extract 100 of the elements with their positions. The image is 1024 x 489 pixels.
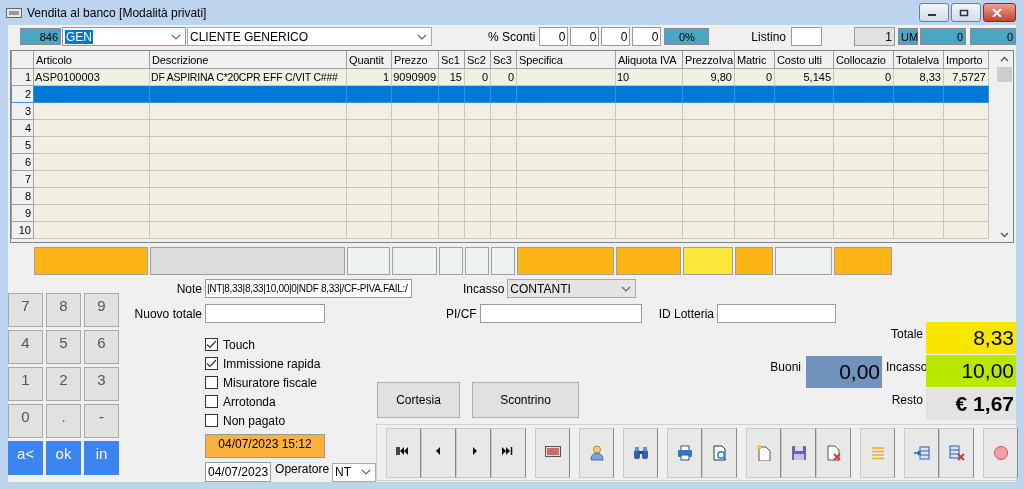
keypad-key[interactable]: 0 (8, 404, 43, 438)
keypad-key[interactable]: in (84, 441, 119, 475)
column-header[interactable]: Descrizione (149, 51, 347, 69)
total-label: Incasso (886, 359, 926, 376)
app-icon (6, 7, 22, 18)
timestamp-box: 04/07/2023 15:12 (205, 434, 325, 458)
operator-select[interactable]: NT (332, 462, 376, 482)
person-icon (588, 444, 605, 461)
vouchers-value: 0,00 (806, 356, 882, 388)
toolbar-button[interactable] (491, 427, 526, 478)
unit-box: UM (898, 28, 919, 45)
minimize-button[interactable] (919, 3, 949, 22)
checkbox[interactable] (205, 338, 218, 351)
toolbar-button[interactable] (623, 427, 658, 478)
note-label: Note (175, 281, 202, 296)
table-row[interactable]: 10 (11, 221, 989, 239)
price-list-label: Listino (751, 29, 787, 44)
column-header[interactable]: Sc2 (464, 51, 491, 69)
column-header[interactable]: Sc3 (490, 51, 517, 69)
customer-combo[interactable]: CLIENTE GENERICO (187, 27, 432, 46)
scrollbar-thumb[interactable] (997, 67, 1012, 82)
column-header[interactable]: Costo ulti (774, 51, 834, 69)
total-value: 10,00 (926, 355, 1016, 387)
keypad-key[interactable]: 4 (8, 330, 43, 364)
keypad-key[interactable]: . (46, 404, 81, 438)
delete-document-icon (825, 444, 842, 461)
checkbox[interactable] (205, 414, 218, 427)
checkmark-icon (206, 359, 217, 368)
value-box: 0 (970, 28, 1017, 45)
column-header[interactable]: Importo (943, 51, 989, 69)
toolbar-button[interactable] (386, 427, 421, 478)
keypad-key[interactable]: 6 (84, 330, 119, 364)
checkbox-label[interactable]: Non pagato (223, 413, 286, 428)
dropdown-icon (360, 467, 372, 477)
tax-id-label: PI/CF (446, 306, 477, 321)
table-row[interactable]: 3 (11, 102, 989, 120)
discount-field[interactable]: 0 (601, 27, 631, 46)
total-label: Resto (890, 392, 924, 409)
circle-icon (992, 444, 1009, 461)
discount-field[interactable]: 0 (632, 27, 662, 46)
toolbar-button[interactable] (535, 427, 570, 478)
checkbox[interactable] (205, 376, 218, 389)
action-button[interactable]: Cortesia (377, 382, 460, 418)
action-button[interactable]: Scontrino (472, 382, 579, 418)
column-header[interactable]: Collocazio (833, 51, 894, 69)
keypad-key[interactable]: 1 (8, 367, 43, 401)
payment-label: Incasso (463, 281, 505, 296)
column-header[interactable]: Prezzo (391, 51, 439, 69)
customer-code-combo[interactable]: GEN (62, 27, 186, 46)
restore-button[interactable] (951, 3, 981, 22)
counter-box: 1 (854, 27, 896, 46)
column-header[interactable]: Quantit (346, 51, 392, 69)
toolbar-button[interactable] (702, 427, 737, 478)
keypad-key[interactable]: ok (46, 441, 81, 475)
keypad-key[interactable]: 3 (84, 367, 119, 401)
column-header[interactable]: PrezzoIva (682, 51, 735, 69)
printer-icon (676, 444, 693, 461)
keypad-key[interactable]: 9 (84, 293, 119, 327)
table-row[interactable]: 8 (11, 187, 989, 205)
table-row[interactable]: 9 (11, 204, 989, 222)
table-row[interactable]: 1 ASP0100003 DF ASPIRINA C*20CPR EFF C/VIT C### 1 9090909 15 0 0 10 9,80 0 5,145 0 8,33 7,5727 (11, 68, 989, 86)
toolbar-button[interactable] (816, 427, 851, 478)
column-header[interactable]: TotaleIva (893, 51, 944, 69)
keypad-key[interactable]: 7 (8, 293, 43, 327)
note-field[interactable]: |NT|8,33|8,33|10,00|0|NDF 8,33|/CF-PIVA.FAIL:/ (205, 279, 412, 298)
column-header[interactable]: Sc1 (438, 51, 465, 69)
toolbar-button[interactable] (667, 427, 702, 478)
table-row[interactable]: 6 (11, 153, 989, 171)
checkbox-label[interactable]: Arrotonda (223, 394, 276, 409)
close-button[interactable] (983, 3, 1016, 22)
checkbox[interactable] (205, 395, 218, 408)
payment-select[interactable]: CONTANTI (507, 279, 637, 298)
lottery-field[interactable] (717, 304, 837, 323)
toolbar-button[interactable] (746, 427, 781, 478)
price-list-field[interactable] (791, 27, 823, 46)
date-field[interactable]: 04/07/2023 (205, 462, 272, 482)
keypad-key[interactable]: 2 (46, 367, 81, 401)
column-header[interactable]: Articolo (33, 51, 150, 69)
toolbar-button[interactable] (781, 427, 816, 478)
table-row[interactable]: 7 (11, 170, 989, 188)
keypad-key[interactable]: a< (8, 441, 43, 475)
column-header[interactable]: Aliquota IVA (615, 51, 683, 69)
checkbox-label[interactable]: Immissione rapida (223, 356, 321, 371)
table-row[interactable]: 5 (11, 136, 989, 154)
checkbox-label[interactable]: Misuratore fiscale (223, 375, 318, 390)
tax-id-field[interactable] (479, 304, 642, 323)
discount-field[interactable]: 0 (539, 27, 569, 46)
close-icon (992, 8, 1002, 17)
discount-field[interactable]: 0 (570, 27, 600, 46)
column-header[interactable]: Specifica (516, 51, 616, 69)
checkbox-label[interactable]: Touch (223, 337, 256, 352)
keypad-key[interactable]: - (84, 404, 119, 438)
new-total-field[interactable] (205, 304, 325, 323)
table-row[interactable]: 2 (11, 85, 989, 103)
checkbox[interactable] (205, 357, 218, 370)
table-row[interactable]: 4 (11, 119, 989, 137)
keypad-key[interactable]: 8 (46, 293, 81, 327)
column-header[interactable]: Matric (734, 51, 775, 69)
keypad-key[interactable]: 5 (46, 330, 81, 364)
new-total-label: Nuovo totale (133, 306, 202, 321)
